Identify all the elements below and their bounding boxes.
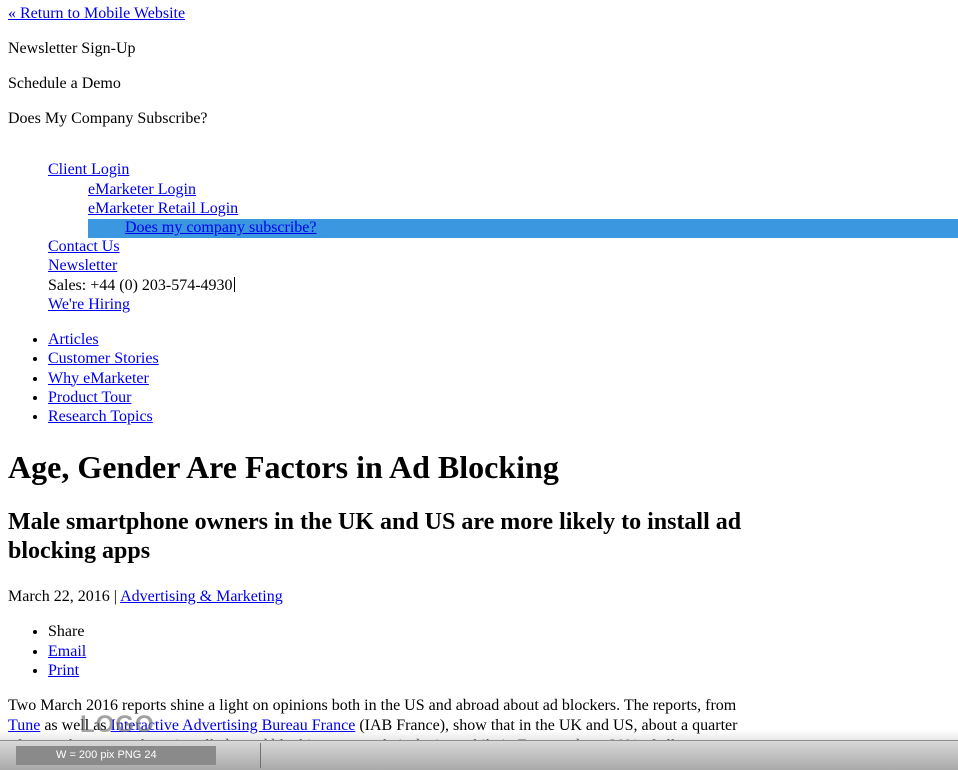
toolbar-divider [260, 743, 261, 768]
article-title: Age, Gender Are Factors in Ad Blocking [8, 449, 559, 485]
sales-phone-text: Sales: +44 (0) 203-574-4930 [48, 277, 233, 294]
share-label: Share [48, 623, 85, 640]
retail-login-link[interactable]: eMarketer Retail Login [88, 199, 238, 218]
print-item: Print [48, 661, 86, 681]
return-mobile-link[interactable]: « Return to Mobile Website [8, 4, 185, 23]
nav-link-customer-stories[interactable]: Customer Stories [48, 350, 159, 367]
newsletter-signup-text: Newsletter Sign-Up [8, 40, 136, 57]
contact-us-link[interactable]: Contact Us [48, 237, 120, 256]
nav-link-articles[interactable]: Articles [48, 331, 99, 348]
nav-item-customer-stories: Customer Stories [48, 349, 159, 368]
text-cursor [233, 277, 235, 292]
hiring-link[interactable]: We're Hiring [48, 295, 130, 314]
client-login-link[interactable]: Client Login [48, 160, 129, 179]
nav-item-why-emarketer: Why eMarketer [48, 369, 159, 388]
image-size-status: W = 200 pix PNG 24 [16, 746, 216, 765]
email-item: Email [48, 642, 86, 662]
email-link[interactable]: Email [48, 643, 86, 660]
nav-link-product-tour[interactable]: Product Tour [48, 389, 131, 406]
nav-link-research-topics[interactable]: Research Topics [48, 408, 153, 425]
main-nav: Articles Customer Stories Why eMarketer … [8, 330, 159, 426]
nav-item-research-topics: Research Topics [48, 407, 159, 426]
article-subtitle: Male smartphone owners in the UK and US … [8, 509, 742, 564]
nav-item-product-tour: Product Tour [48, 388, 159, 407]
sales-phone: Sales: +44 (0) 203-574-4930 [48, 276, 235, 295]
share-item: Share [48, 622, 86, 642]
newsletter-link[interactable]: Newsletter [48, 256, 117, 275]
article-date: March 22, 2016 [8, 588, 110, 605]
company-subscribe-text: Does My Company Subscribe? [8, 110, 208, 127]
category-link[interactable]: Advertising & Marketing [120, 588, 283, 605]
does-subscribe-link[interactable]: Does my company subscribe? [125, 218, 317, 237]
bottom-toolbar: W = 200 pix PNG 24 [0, 740, 958, 770]
share-list: Share Email Print [8, 622, 86, 681]
nav-link-why-emarketer[interactable]: Why eMarketer [48, 370, 149, 387]
emarketer-login-link[interactable]: eMarketer Login [88, 180, 196, 199]
print-link[interactable]: Print [48, 662, 79, 679]
nav-item-articles: Articles [48, 330, 159, 349]
meta-separator: | [113, 588, 117, 605]
article-meta: March 22, 2016 | Advertising & Marketing [8, 587, 283, 606]
schedule-demo-text: Schedule a Demo [8, 75, 121, 92]
